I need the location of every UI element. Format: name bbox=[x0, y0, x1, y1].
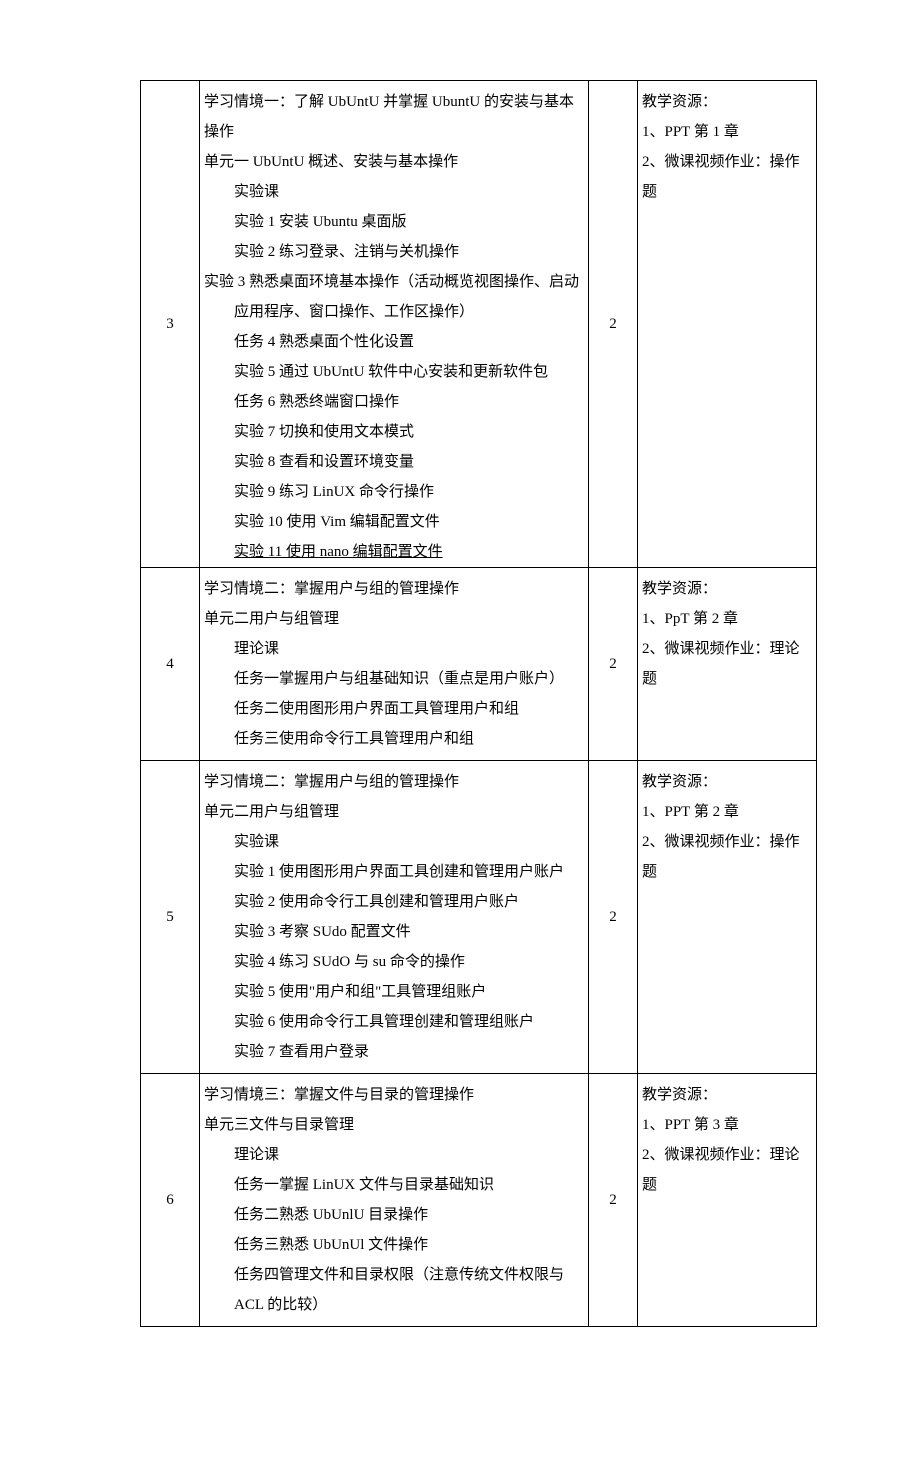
resource-label: 教学资源： bbox=[642, 581, 717, 597]
task-item: 任务 4 熟悉桌面个性化设置 bbox=[204, 327, 584, 357]
context-title: 学习情境一：了解 UbUntU 并掌握 UbuntU 的安装与基本操作 bbox=[204, 94, 574, 140]
resource-item: 2、微课视频作业：理论题 bbox=[642, 1147, 800, 1193]
task-item: 任务三使用命令行工具管理用户和组 bbox=[204, 724, 584, 754]
resources-cell: 教学资源： 1、PPT 第 3 章 2、微课视频作业：理论题 bbox=[638, 1074, 817, 1327]
resource-item: 1、PPT 第 3 章 bbox=[642, 1117, 739, 1133]
resource-label: 教学资源： bbox=[642, 1087, 717, 1103]
resources-cell: 教学资源： 1、PPT 第 1 章 2、微课视频作业：操作题 bbox=[638, 81, 817, 568]
resource-item: 2、微课视频作业：操作题 bbox=[642, 834, 800, 880]
resource-label: 教学资源： bbox=[642, 94, 717, 110]
task-item: 实验 6 使用命令行工具管理创建和管理组账户 bbox=[204, 1007, 584, 1037]
row-number: 5 bbox=[141, 761, 200, 1074]
task-item: 实验 8 查看和设置环境变量 bbox=[204, 447, 584, 477]
table-row: 5 学习情境二：掌握用户与组的管理操作 单元二用户与组管理 实验课 实验 1 使… bbox=[141, 761, 817, 1074]
task-item: 实验 3 考察 SUdo 配置文件 bbox=[204, 917, 584, 947]
unit-title: 单元二用户与组管理 bbox=[204, 804, 339, 820]
resource-item: 1、PpT 第 2 章 bbox=[642, 611, 738, 627]
task-item: 实验 5 使用"用户和组"工具管理组账户 bbox=[204, 977, 584, 1007]
task-item: 实验 2 练习登录、注销与关机操作 bbox=[204, 237, 584, 267]
content-cell: 学习情境二：掌握用户与组的管理操作 单元二用户与组管理 实验课 实验 1 使用图… bbox=[200, 761, 589, 1074]
row-number: 3 bbox=[141, 81, 200, 568]
task-item: 任务四管理文件和目录权限（注意传统文件权限与 ACL 的比较） bbox=[204, 1260, 584, 1320]
task-item: 实验 4 练习 SUdO 与 su 命令的操作 bbox=[204, 947, 584, 977]
task-item: 实验 1 安装 Ubuntu 桌面版 bbox=[204, 207, 584, 237]
resource-item: 1、PPT 第 2 章 bbox=[642, 804, 739, 820]
resource-item: 1、PPT 第 1 章 bbox=[642, 124, 739, 140]
hours-cell: 2 bbox=[589, 81, 638, 568]
task-item: 任务 6 熟悉终端窗口操作 bbox=[204, 387, 584, 417]
row-number: 6 bbox=[141, 1074, 200, 1327]
table-row: 3 学习情境一：了解 UbUntU 并掌握 UbuntU 的安装与基本操作 单元… bbox=[141, 81, 817, 568]
unit-title: 单元三文件与目录管理 bbox=[204, 1117, 354, 1133]
task-item: 实验 7 查看用户登录 bbox=[204, 1037, 584, 1067]
resource-label: 教学资源： bbox=[642, 774, 717, 790]
task-item: 任务一掌握用户与组基础知识（重点是用户账户） bbox=[204, 664, 584, 694]
hours-cell: 2 bbox=[589, 761, 638, 1074]
task-item: 实验 2 使用命令行工具创建和管理用户账户 bbox=[204, 887, 584, 917]
hours-cell: 2 bbox=[589, 1074, 638, 1327]
table-row: 4 学习情境二：掌握用户与组的管理操作 单元二用户与组管理 理论课 任务一掌握用… bbox=[141, 568, 817, 761]
context-title: 学习情境二：掌握用户与组的管理操作 bbox=[204, 581, 459, 597]
task-item: 实验 1 使用图形用户界面工具创建和管理用户账户 bbox=[204, 857, 584, 887]
task-item: 实验 11 使用 nano 编辑配置文件 bbox=[204, 537, 584, 567]
task-item: 实验 7 切换和使用文本模式 bbox=[204, 417, 584, 447]
task-item: 任务一掌握 LinUX 文件与目录基础知识 bbox=[204, 1170, 584, 1200]
context-title: 学习情境二：掌握用户与组的管理操作 bbox=[204, 774, 459, 790]
task-item: 任务三熟悉 UbUnUl 文件操作 bbox=[204, 1230, 584, 1260]
content-cell: 学习情境一：了解 UbUntU 并掌握 UbuntU 的安装与基本操作 单元一 … bbox=[200, 81, 589, 568]
course-type: 理论课 bbox=[204, 634, 584, 664]
task-item: 实验 9 练习 LinUX 命令行操作 bbox=[204, 477, 584, 507]
table-row: 6 学习情境三：掌握文件与目录的管理操作 单元三文件与目录管理 理论课 任务一掌… bbox=[141, 1074, 817, 1327]
unit-title: 单元二用户与组管理 bbox=[204, 611, 339, 627]
schedule-table: 3 学习情境一：了解 UbUntU 并掌握 UbuntU 的安装与基本操作 单元… bbox=[140, 80, 817, 1327]
resources-cell: 教学资源： 1、PpT 第 2 章 2、微课视频作业：理论题 bbox=[638, 568, 817, 761]
unit-title: 单元一 UbUntU 概述、安装与基本操作 bbox=[204, 154, 458, 170]
task-item: 任务二熟悉 UbUnlU 目录操作 bbox=[204, 1200, 584, 1230]
task-item: 实验 3 熟悉桌面环境基本操作（活动概览视图操作、启动应用程序、窗口操作、工作区… bbox=[204, 267, 584, 327]
hours-cell: 2 bbox=[589, 568, 638, 761]
resources-cell: 教学资源： 1、PPT 第 2 章 2、微课视频作业：操作题 bbox=[638, 761, 817, 1074]
task-item: 任务二使用图形用户界面工具管理用户和组 bbox=[204, 694, 584, 724]
course-type: 实验课 bbox=[204, 177, 584, 207]
task-item: 实验 10 使用 Vim 编辑配置文件 bbox=[204, 507, 584, 537]
row-number: 4 bbox=[141, 568, 200, 761]
resource-item: 2、微课视频作业：理论题 bbox=[642, 641, 800, 687]
content-cell: 学习情境三：掌握文件与目录的管理操作 单元三文件与目录管理 理论课 任务一掌握 … bbox=[200, 1074, 589, 1327]
course-type: 实验课 bbox=[204, 827, 584, 857]
content-cell: 学习情境二：掌握用户与组的管理操作 单元二用户与组管理 理论课 任务一掌握用户与… bbox=[200, 568, 589, 761]
context-title: 学习情境三：掌握文件与目录的管理操作 bbox=[204, 1087, 474, 1103]
resource-item: 2、微课视频作业：操作题 bbox=[642, 154, 800, 200]
course-type: 理论课 bbox=[204, 1140, 584, 1170]
task-item: 实验 5 通过 UbUntU 软件中心安装和更新软件包 bbox=[204, 357, 584, 387]
